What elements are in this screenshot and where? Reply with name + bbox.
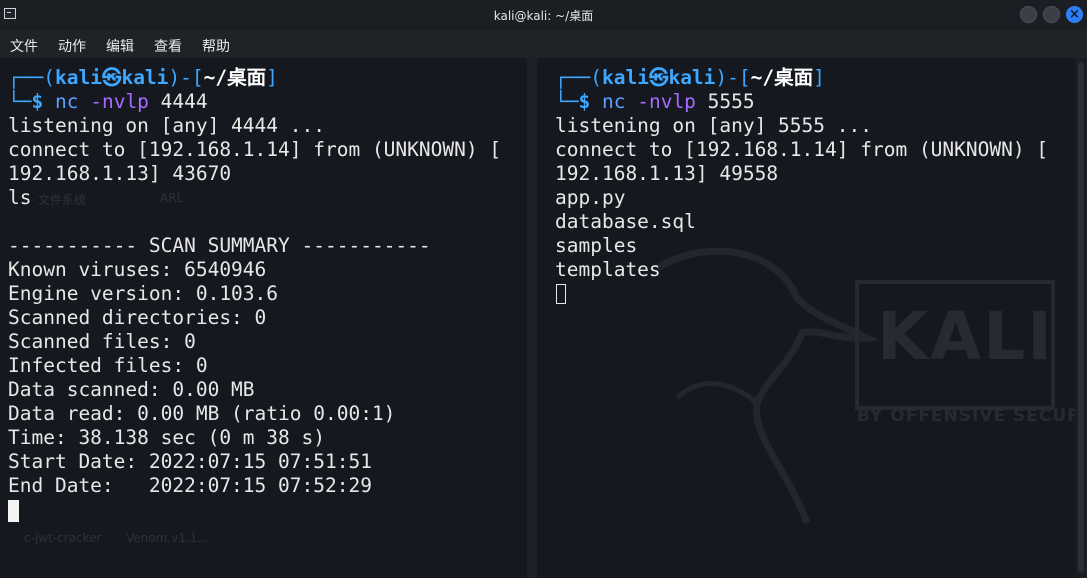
scrollbar-thumb[interactable] <box>1078 62 1084 572</box>
command-name: nc <box>601 90 626 113</box>
prompt-corner-top: ┌──( <box>555 66 602 89</box>
output-line: listening on [any] 5555 ... <box>555 114 872 137</box>
menu-actions[interactable]: 动作 <box>58 36 86 56</box>
prompt-corner-top: ┌──( <box>8 66 55 89</box>
menu-bar: 文件 动作 编辑 查看 帮助 <box>0 30 1087 58</box>
prompt-close: ] <box>813 66 825 89</box>
command-arg: 4444 <box>160 90 208 113</box>
watermark-subtitle: BY OFFENSIVE SECURITY <box>857 406 1075 426</box>
desktop-label-venom: Venom.v1.1... <box>126 531 209 545</box>
output-line: End Date: 2022:07:15 07:52:29 <box>8 474 372 497</box>
menu-view[interactable]: 查看 <box>154 36 182 56</box>
watermark-text: KALI <box>877 298 1054 375</box>
output-line: connect to [192.168.1.14] from (UNKNOWN)… <box>8 138 502 161</box>
output-line: listening on [any] 4444 ... <box>8 114 325 137</box>
command-arg: 5555 <box>707 90 755 113</box>
prompt-dollar: $ <box>31 90 44 113</box>
prompt-path: ~/桌面 <box>203 66 267 89</box>
command-name: nc <box>54 90 79 113</box>
desktop-label-filesystem: 文件系统 <box>38 193 87 207</box>
prompt-host: kali <box>121 66 169 89</box>
prompt-corner-bottom: └─ <box>8 90 32 113</box>
prompt-dollar: $ <box>578 90 591 113</box>
prompt-user: kali <box>54 66 102 89</box>
pane-divider[interactable] <box>527 58 537 578</box>
close-button[interactable]: × <box>1066 6 1083 23</box>
scan-summary-header: ----------- SCAN SUMMARY ----------- <box>8 234 431 257</box>
prompt-sep: )-[ <box>168 66 204 89</box>
window-title: kali@kali: ~/桌面 <box>493 9 594 23</box>
text-cursor <box>556 284 566 304</box>
terminal-pane-right[interactable]: KALI BY OFFENSIVE SECURITY ┌──(kali㉿kali… <box>537 58 1075 578</box>
title-bar: kali@kali: ~/桌面 × <box>0 0 1087 30</box>
prompt-close: ] <box>266 66 278 89</box>
kali-dragon-icon: ㉿ <box>101 66 122 89</box>
output-line: Time: 38.138 sec (0 m 38 s) <box>8 426 325 449</box>
command-option: -nvlp <box>90 90 149 113</box>
output-line: ls <box>8 186 32 209</box>
output-line: Known viruses: 6540946 <box>8 258 267 281</box>
output-line: Infected files: 0 <box>8 354 208 377</box>
output-line: Data read: 0.00 MB (ratio 0.00:1) <box>8 402 396 425</box>
output-line: Start Date: 2022:07:15 07:51:51 <box>8 450 372 473</box>
kali-dragon-watermark-icon <box>655 247 877 525</box>
output-line: 192.168.1.13] 43670 <box>8 162 232 185</box>
close-icon: × <box>1069 7 1080 22</box>
text-cursor <box>8 500 19 522</box>
prompt-line: ┌──(kali㉿kali)-[~/桌面] <box>555 66 825 90</box>
prompt-path: ~/桌面 <box>750 66 814 89</box>
prompt-sep: )-[ <box>715 66 751 89</box>
output-line: connect to [192.168.1.14] from (UNKNOWN)… <box>555 138 1049 161</box>
menu-edit[interactable]: 编辑 <box>106 36 134 56</box>
output-line: app.py <box>555 186 626 209</box>
menu-help[interactable]: 帮助 <box>202 36 230 56</box>
command-option: -nvlp <box>637 90 696 113</box>
output-line: samples <box>555 234 638 257</box>
prompt-host: kali <box>668 66 716 89</box>
minimize-button[interactable] <box>1020 6 1037 23</box>
output-line: templates <box>555 258 661 281</box>
desktop-label-jwt-cracker: c-jwt-cracker <box>24 531 102 545</box>
command-line: └─$ nc -nvlp 4444 <box>8 90 208 114</box>
command-line: └─$ nc -nvlp 5555 <box>555 90 755 114</box>
desktop-label-arl: ARL <box>160 191 184 205</box>
output-line: Data scanned: 0.00 MB <box>8 378 255 401</box>
prompt-line: ┌──(kali㉿kali)-[~/桌面] <box>8 66 278 90</box>
terminal-pane-left[interactable]: 文件系统 ARL c-jwt-cracker Venom.v1.1... ┌──… <box>0 58 527 578</box>
maximize-button[interactable] <box>1043 6 1060 23</box>
output-line: Engine version: 0.103.6 <box>8 282 279 305</box>
menu-file[interactable]: 文件 <box>10 36 38 56</box>
output-line: 192.168.1.13] 49558 <box>555 162 779 185</box>
prompt-corner-bottom: └─ <box>555 90 579 113</box>
output-line: Scanned files: 0 <box>8 330 196 353</box>
kali-dragon-icon: ㉿ <box>648 66 669 89</box>
output-line: database.sql <box>555 210 696 233</box>
output-line: Scanned directories: 0 <box>8 306 267 329</box>
prompt-user: kali <box>601 66 649 89</box>
